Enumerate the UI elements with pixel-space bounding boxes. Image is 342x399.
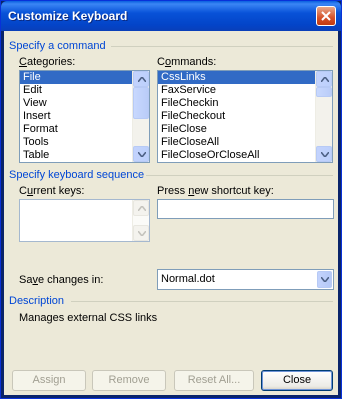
sequence-group-label: Specify keyboard sequence (9, 169, 145, 181)
dialog-body: Specify a command Categories: File Edit Vi… (4, 31, 338, 395)
scroll-down-button[interactable] (316, 146, 332, 162)
title-bar[interactable]: Customize Keyboard (1, 1, 341, 31)
category-item[interactable]: View (20, 97, 149, 110)
divider (146, 175, 333, 176)
close-button[interactable]: Close (261, 370, 333, 391)
customize-keyboard-dialog: Customize Keyboard Specify a command Cat… (0, 0, 342, 399)
categories-label: Categories: (19, 56, 76, 68)
category-item[interactable]: Edit (20, 84, 149, 97)
command-item[interactable]: FileClose (158, 123, 332, 136)
new-shortcut-label: Press new shortcut key: (157, 185, 274, 197)
command-item[interactable]: FileCheckout (158, 110, 332, 123)
chevron-down-icon[interactable] (317, 271, 332, 288)
scroll-thumb[interactable] (133, 87, 149, 119)
categories-listbox[interactable]: File Edit View Insert Format Tools Table (19, 70, 150, 163)
command-item[interactable]: FileCloseAll (158, 136, 332, 149)
commands-label: Commands: (157, 56, 217, 68)
command-item[interactable]: FileCheckin (158, 97, 332, 110)
category-item[interactable]: Insert (20, 110, 149, 123)
command-group-label: Specify a command (9, 40, 106, 52)
commands-scrollbar[interactable] (315, 71, 332, 162)
scroll-down-button (133, 225, 149, 241)
reset-all-button[interactable]: Reset All... (174, 370, 254, 391)
new-shortcut-input[interactable] (157, 199, 334, 219)
divider (111, 46, 333, 47)
description-text: Manages external CSS links (19, 312, 158, 324)
scroll-up-button[interactable] (316, 71, 332, 87)
scroll-up-button (133, 200, 149, 216)
category-item[interactable]: Tools (20, 136, 149, 149)
divider (71, 301, 333, 302)
save-changes-label: Save changes in: (19, 274, 104, 286)
scroll-thumb[interactable] (316, 87, 332, 97)
current-keys-scrollbar (132, 200, 149, 241)
save-changes-dropdown[interactable]: Normal.dot (157, 269, 334, 290)
category-item[interactable]: File (20, 71, 149, 84)
close-window-button[interactable] (316, 6, 336, 26)
description-group-label: Description (9, 295, 65, 307)
command-item[interactable]: FaxService (158, 84, 332, 97)
categories-scrollbar[interactable] (132, 71, 149, 162)
save-changes-value: Normal.dot (161, 273, 215, 285)
category-item[interactable]: Format (20, 123, 149, 136)
command-item[interactable]: CssLinks (158, 71, 332, 84)
close-icon (321, 11, 331, 21)
command-item[interactable]: FileCloseOrCloseAll (158, 149, 332, 162)
current-keys-listbox[interactable] (19, 199, 150, 242)
current-keys-label: Current keys: (19, 185, 85, 197)
remove-button[interactable]: Remove (92, 370, 166, 391)
dialog-title: Customize Keyboard (8, 9, 128, 23)
assign-button[interactable]: Assign (12, 370, 86, 391)
category-item[interactable]: Table (20, 149, 149, 162)
scroll-up-button[interactable] (133, 71, 149, 87)
scroll-down-button[interactable] (133, 146, 149, 162)
commands-listbox[interactable]: CssLinks FaxService FileCheckin FileCheckou… (157, 70, 333, 163)
